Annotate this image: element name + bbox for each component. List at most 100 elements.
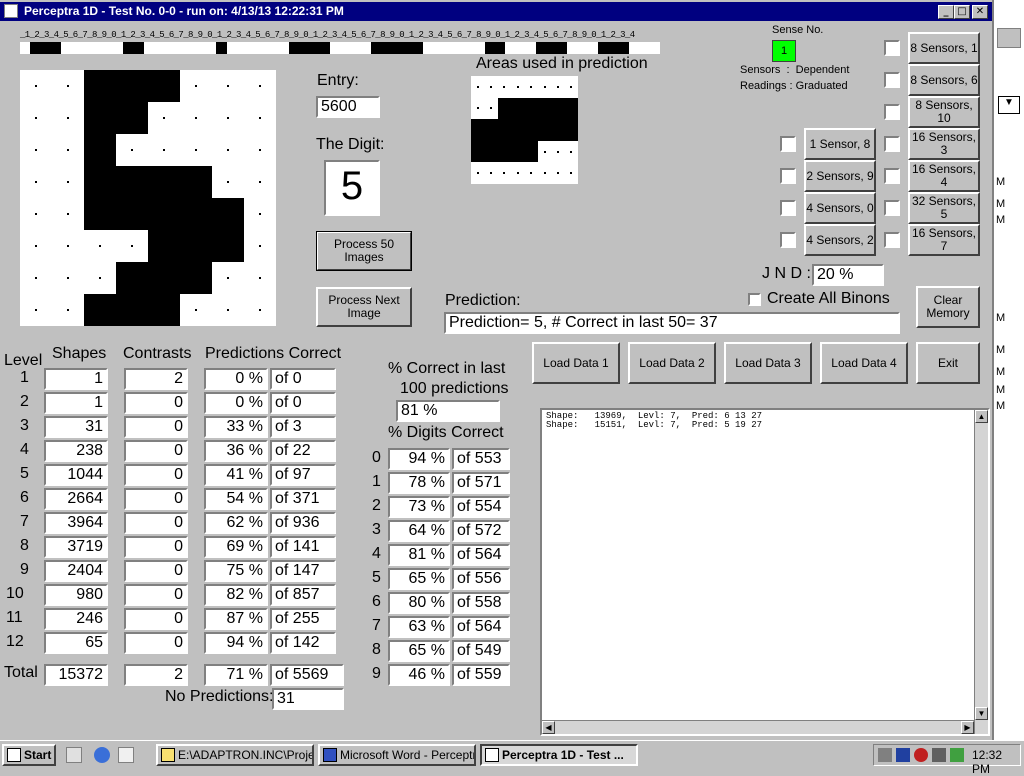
start-button[interactable]: Start bbox=[2, 744, 56, 766]
shapes-cell: 1044 bbox=[44, 464, 108, 486]
sensor-button[interactable]: 16 Sensors, 3 bbox=[908, 128, 980, 160]
black-pixel bbox=[148, 230, 180, 262]
maximize-button[interactable]: □ bbox=[954, 5, 970, 19]
sensor-checkbox[interactable] bbox=[780, 200, 796, 216]
process-50-button[interactable]: Process 50 Images bbox=[316, 231, 412, 271]
output-vertical-scrollbar[interactable]: ▲ ▼ bbox=[974, 410, 988, 734]
taskbar-perceptra-window[interactable]: Perceptra 1D - Test ... bbox=[480, 744, 638, 766]
sensor-button[interactable]: 1 Sensor, 8 bbox=[804, 128, 876, 160]
jnd-field[interactable]: 20 % bbox=[812, 264, 884, 286]
exit-button[interactable]: Exit bbox=[916, 342, 980, 384]
black-pixel bbox=[84, 294, 116, 326]
sensor-checkbox[interactable] bbox=[780, 232, 796, 248]
white-pixel bbox=[116, 230, 148, 262]
digit-of-cell: of 554 bbox=[452, 496, 510, 518]
output-log[interactable]: Shape: 13969, Levl: 7, Pred: 6 13 27 Sha… bbox=[540, 408, 990, 736]
tray-icon-2[interactable] bbox=[896, 748, 910, 762]
shapes-cell: 31 bbox=[44, 416, 108, 438]
outlook-quicklaunch-icon[interactable] bbox=[66, 747, 82, 763]
sensor-button[interactable]: 4 Sensors, 0 bbox=[804, 192, 876, 224]
tray-icon-3[interactable] bbox=[914, 748, 928, 762]
prediction-field[interactable]: Prediction= 5, # Correct in last 50= 37 bbox=[444, 312, 900, 334]
create-all-binons-label: Create All Binons bbox=[767, 290, 890, 307]
predictions-pct-cell: 33 % bbox=[204, 416, 268, 438]
load-data-4-button[interactable]: Load Data 4 bbox=[820, 342, 908, 384]
sensor-button[interactable]: 16 Sensors, 4 bbox=[908, 160, 980, 192]
white-pixel bbox=[20, 294, 52, 326]
taskbar-word-window[interactable]: Microsoft Word - Perceptra... bbox=[318, 744, 476, 766]
predictions-of-cell: of 371 bbox=[270, 488, 336, 510]
ruler-cell bbox=[371, 42, 382, 54]
sensor-checkbox[interactable] bbox=[884, 136, 900, 152]
sensor-checkbox[interactable] bbox=[884, 168, 900, 184]
tray-icon-4[interactable] bbox=[932, 748, 946, 762]
load-data-3-button[interactable]: Load Data 3 bbox=[724, 342, 812, 384]
sensor-button[interactable]: 8 Sensors, 1 bbox=[908, 32, 980, 64]
sensor-checkbox[interactable] bbox=[884, 104, 900, 120]
white-pixel bbox=[20, 134, 52, 166]
sensor-checkbox[interactable] bbox=[884, 232, 900, 248]
entry-field[interactable]: 5600 bbox=[316, 96, 380, 118]
digit-field[interactable]: 5 bbox=[324, 160, 380, 216]
minimize-button[interactable]: _ bbox=[938, 5, 954, 19]
digit-pct-cell: 81 % bbox=[388, 544, 450, 566]
white-pixel bbox=[244, 230, 276, 262]
scroll-left-arrow-icon[interactable]: ◀ bbox=[542, 721, 555, 734]
desktop-quicklaunch-icon[interactable] bbox=[118, 747, 134, 763]
sensor-button[interactable]: 8 Sensors, 10 bbox=[908, 96, 980, 128]
predictions-pct-cell: 87 % bbox=[204, 608, 268, 630]
output-horizontal-scrollbar[interactable]: ◀ ▶ bbox=[542, 720, 974, 734]
digit-pct-cell: 64 % bbox=[388, 520, 450, 542]
predictions-pct-cell: 54 % bbox=[204, 488, 268, 510]
ruler-cell bbox=[567, 42, 578, 54]
predictions-pct-cell: 75 % bbox=[204, 560, 268, 582]
load-data-2-button[interactable]: Load Data 2 bbox=[628, 342, 716, 384]
white-pixel bbox=[212, 134, 244, 166]
sensor-checkbox[interactable] bbox=[884, 40, 900, 56]
ruler-cell bbox=[650, 42, 661, 54]
ruler-cell bbox=[464, 42, 475, 54]
clear-memory-button[interactable]: Clear Memory bbox=[916, 286, 980, 328]
scroll-up-arrow-icon[interactable]: ▲ bbox=[975, 410, 988, 423]
white-pixel bbox=[212, 102, 244, 134]
level-number: 7 bbox=[20, 513, 29, 530]
white-pixel bbox=[484, 76, 497, 98]
ruler-cell bbox=[309, 42, 320, 54]
sensor-button[interactable]: 16 Sensors, 7 bbox=[908, 224, 980, 256]
sensor-checkbox[interactable] bbox=[780, 168, 796, 184]
predictions-of-cell: of 936 bbox=[270, 512, 336, 534]
ruler-cell bbox=[557, 42, 568, 54]
sensor-button[interactable]: 2 Sensors, 9 bbox=[804, 160, 876, 192]
scroll-down-arrow-icon[interactable]: ▼ bbox=[975, 707, 988, 720]
sensor-button[interactable]: 4 Sensors, 2 bbox=[804, 224, 876, 256]
close-button[interactable]: ✕ bbox=[972, 5, 988, 19]
contrasts-cell: 2 bbox=[124, 368, 188, 390]
digit-number: 9 bbox=[372, 665, 381, 682]
tray-icon-5[interactable] bbox=[950, 748, 964, 762]
create-all-binons-checkbox[interactable] bbox=[748, 293, 761, 306]
black-pixel bbox=[497, 119, 512, 141]
load-data-1-button[interactable]: Load Data 1 bbox=[532, 342, 620, 384]
sensor-checkbox[interactable] bbox=[780, 136, 796, 152]
predictions-of-cell: of 147 bbox=[270, 560, 336, 582]
shapes-cell: 1 bbox=[44, 392, 108, 414]
scroll-right-arrow-icon[interactable]: ▶ bbox=[961, 721, 974, 734]
pct-digits-label: % Digits Correct bbox=[388, 424, 504, 441]
ruler-cell bbox=[154, 42, 165, 54]
white-pixel bbox=[116, 134, 148, 166]
ruler-cell bbox=[619, 42, 630, 54]
sensor-button[interactable]: 8 Sensors, 6 bbox=[908, 64, 980, 96]
digit-pct-cell: 65 % bbox=[388, 640, 450, 662]
ruler-cell bbox=[433, 42, 444, 54]
ruler-cell bbox=[195, 42, 206, 54]
taskbar-folder-window[interactable]: E:\ADAPTRON.INC\Proje... bbox=[156, 744, 314, 766]
sensor-checkbox[interactable] bbox=[884, 200, 900, 216]
sensor-checkbox[interactable] bbox=[884, 72, 900, 88]
sense-indicator: 1 bbox=[772, 40, 796, 62]
ruler-cell bbox=[257, 42, 268, 54]
ie-quicklaunch-icon[interactable] bbox=[94, 747, 110, 763]
sensor-button[interactable]: 32 Sensors, 5 bbox=[908, 192, 980, 224]
process-next-button[interactable]: Process Next Image bbox=[316, 287, 412, 327]
tray-icon-1[interactable] bbox=[878, 748, 892, 762]
black-pixel bbox=[116, 294, 148, 326]
